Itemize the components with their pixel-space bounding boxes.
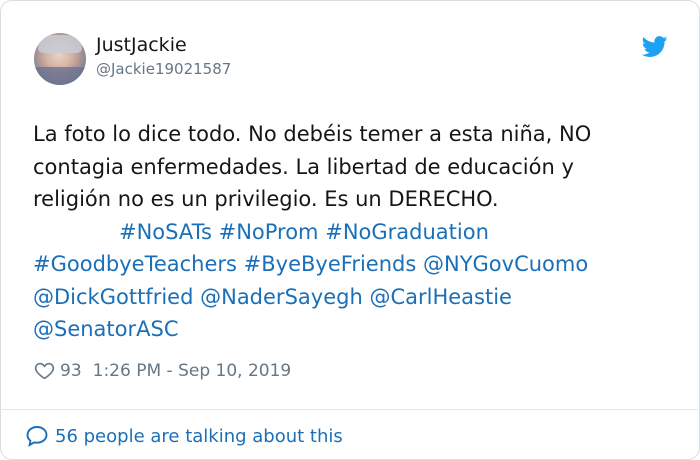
conversation-link[interactable]: 56 people are talking about this xyxy=(25,424,343,448)
tweet-text: La foto lo dice todo. No debéis temer a … xyxy=(33,118,683,346)
hashtag-link[interactable]: #NoGraduation xyxy=(325,220,489,244)
twitter-bird-icon[interactable] xyxy=(642,36,668,58)
avatar[interactable] xyxy=(34,33,86,85)
tweet-line-6: @DickGottfried @NaderSayegh @CarlHeastie xyxy=(33,281,683,314)
mention-link[interactable]: @CarlHeastie xyxy=(369,285,512,309)
mention-link[interactable]: @NYGovCuomo xyxy=(423,252,588,276)
hashtag-link[interactable]: #ByeByeFriends xyxy=(244,252,417,276)
avatar-hat xyxy=(38,35,82,53)
tweet-line-1: La foto lo dice todo. No debéis temer a … xyxy=(33,122,592,146)
like-count[interactable]: 93 xyxy=(60,361,82,381)
author-handle[interactable]: @Jackie19021587 xyxy=(96,60,231,78)
tweet-line-4: #NoSATs #NoProm #NoGraduation xyxy=(33,216,683,249)
heart-icon[interactable] xyxy=(34,360,55,381)
mention-link[interactable]: @DickGottfried xyxy=(33,285,193,309)
tweet-line-2: contagia enfermedades. La libertad de ed… xyxy=(33,154,574,179)
hashtag-link[interactable]: #NoProm xyxy=(219,220,319,244)
tweet-line-5: #GoodbyeTeachers #ByeByeFriends @NYGovCu… xyxy=(33,248,683,281)
timestamp[interactable]: 1:26 PM - Sep 10, 2019 xyxy=(93,361,292,381)
mention-link[interactable]: @NaderSayegh xyxy=(200,285,363,309)
tweet-line-3: religión no es un privilegio. Es un DERE… xyxy=(33,187,499,211)
hashtag-link[interactable]: #NoSATs xyxy=(119,220,212,244)
avatar-sleeve xyxy=(34,67,86,85)
conversation-label: 56 people are talking about this xyxy=(55,425,343,447)
divider xyxy=(2,409,698,410)
author-name[interactable]: JustJackie xyxy=(96,34,187,56)
tweet-line-7: @SenatorASC xyxy=(33,313,683,346)
hashtag-link[interactable]: #GoodbyeTeachers xyxy=(33,252,237,276)
speech-bubble-icon xyxy=(26,426,48,447)
tweet-card: JustJackie @Jackie19021587 La foto lo di… xyxy=(0,0,700,460)
mention-link[interactable]: @SenatorASC xyxy=(33,317,179,341)
tweet-meta: 93 1:26 PM - Sep 10, 2019 xyxy=(34,360,291,381)
